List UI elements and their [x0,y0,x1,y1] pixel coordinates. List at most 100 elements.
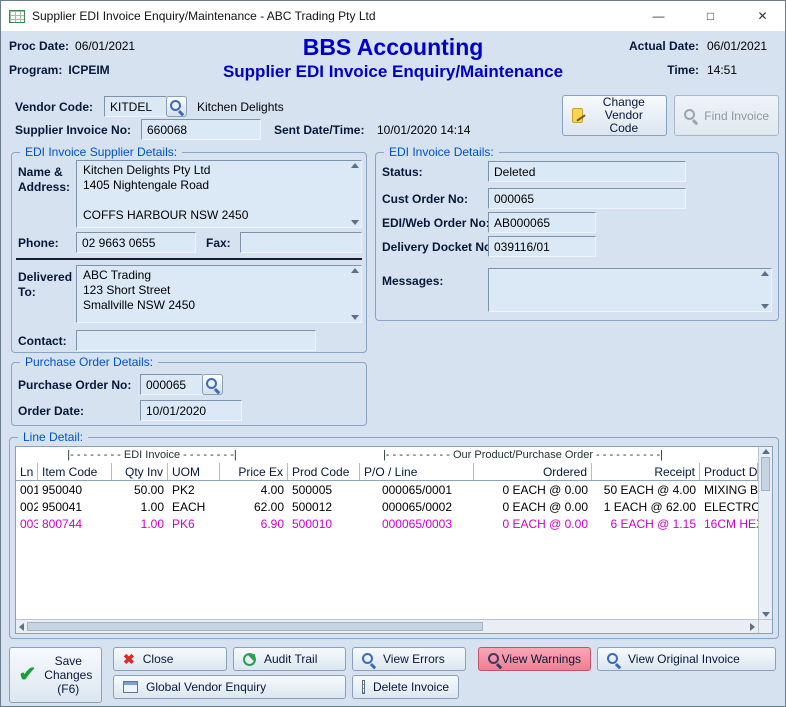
supplier-invoice-input[interactable] [141,119,261,140]
line-detail-table: |- - - - - - - - EDI Invoice - - - - - -… [15,446,773,634]
fax-input[interactable] [240,232,362,253]
save-changes-label: Save Changes (F6) [44,654,92,696]
cell-receipt: 1 EACH @ 62.00 [592,499,700,515]
purchase-order-title: Purchase Order Details: [20,355,158,369]
scrollbar-thumb[interactable] [761,457,770,491]
scrollbar-corner [758,619,772,633]
global-vendor-enquiry-label: Global Vendor Enquiry [146,680,266,694]
scroll-right-icon[interactable] [750,623,755,631]
minimize-button[interactable]: — [636,1,681,31]
scrollbar-thumb[interactable] [27,622,483,631]
vendor-search-button[interactable] [166,96,187,117]
horizontal-scrollbar[interactable] [16,619,758,633]
line-detail-groupbox: Line Detail: |- - - - - - - - EDI Invoic… [9,437,779,639]
view-warnings-label: View Warnings [502,652,581,666]
delivered-to-scrollbar[interactable] [348,266,361,322]
purchase-order-no-input[interactable] [140,374,203,395]
edi-web-order-input[interactable] [488,212,596,233]
close-label: Close [143,652,174,666]
scroll-up-icon[interactable] [762,449,770,454]
change-vendor-code-label: Change Vendor Code [591,96,657,135]
find-invoice-button[interactable]: Find Invoice [674,95,779,136]
vendor-code-input[interactable] [104,96,167,117]
cell-prod-code: 500012 [288,499,360,515]
close-window-button[interactable]: ✕ [740,1,785,31]
time-label: Time: [667,63,699,77]
supplier-details-groupbox: EDI Invoice Supplier Details: Name & Add… [11,152,367,353]
note-pencil-icon [572,108,583,123]
column-header[interactable]: Prod Code [288,463,360,480]
name-address-box[interactable]: Kitchen Delights Pty Ltd 1405 Nightengal… [76,160,362,228]
column-header[interactable]: Item Code [38,463,112,480]
scroll-down-icon[interactable] [351,220,359,225]
column-header[interactable]: UOM [168,463,220,480]
cell-po-line: 000065/0002 [360,499,474,515]
messages-box[interactable] [488,268,772,312]
delete-invoice-button[interactable]: Delete Invoice [352,675,459,699]
table-row[interactable]: 002 950041 1.00 EACH 62.00 500012 000065… [16,498,758,515]
delivered-to-text: ABC Trading 123 Short Street Smallville … [77,266,348,322]
cell-ln: 001 [16,482,38,498]
save-changes-button[interactable]: ✔ Save Changes (F6) [9,647,102,703]
window-grid-icon [123,681,138,693]
scroll-up-icon[interactable] [351,268,359,273]
scroll-up-icon[interactable] [761,271,769,276]
view-warnings-button[interactable]: View Warnings [478,647,591,671]
change-vendor-code-button[interactable]: Change Vendor Code [562,95,667,136]
scroll-down-icon[interactable] [351,315,359,320]
cell-receipt: 6 EACH @ 1.15 [592,516,700,532]
vendor-code-group [104,96,187,117]
cell-uom: EACH [168,499,220,515]
cell-price-ex: 4.00 [220,482,288,498]
window-title: Supplier EDI Invoice Enquiry/Maintenance… [32,9,629,23]
column-header[interactable]: Price Ex [220,463,288,480]
time: Time: 14:51 [667,63,777,77]
sent-datetime-label: Sent Date/Time: [274,123,364,137]
scroll-left-icon[interactable] [19,623,24,631]
delivery-docket-input[interactable] [488,236,596,257]
phone-input[interactable] [76,232,196,253]
app-window: Supplier EDI Invoice Enquiry/Maintenance… [0,0,786,707]
purchase-order-search-button[interactable] [202,374,223,395]
contact-label: Contact: [18,334,67,348]
table-row[interactable]: 003 800744 1.00 PK6 6.90 500010 000065/0… [16,515,758,532]
title-bar: Supplier EDI Invoice Enquiry/Maintenance… [1,1,785,31]
column-header[interactable]: Product De [700,463,758,480]
name-address-scrollbar[interactable] [348,161,361,227]
column-header[interactable]: Receipt [592,463,700,480]
status-input[interactable] [488,161,686,182]
audit-trail-button[interactable]: Audit Trail [233,647,346,671]
column-header[interactable]: Ordered [474,463,592,480]
actual-date-label: Actual Date: [629,39,699,53]
contact-input[interactable] [76,330,316,351]
messages-scrollbar[interactable] [758,269,771,311]
view-errors-button[interactable]: View Errors [352,647,466,671]
view-original-invoice-button[interactable]: View Original Invoice [597,647,776,671]
cell-uom: PK2 [168,482,220,498]
cell-price-ex: 6.90 [220,516,288,532]
order-date-input[interactable] [140,400,242,421]
cust-order-input[interactable] [488,188,686,209]
name-address-text: Kitchen Delights Pty Ltd 1405 Nightengal… [77,161,348,227]
table-row[interactable]: 001 950040 50.00 PK2 4.00 500005 000065/… [16,481,758,498]
messages-label: Messages: [382,274,443,288]
scroll-down-icon[interactable] [762,612,770,617]
cell-item-code: 950040 [38,482,112,498]
delivered-to-box[interactable]: ABC Trading 123 Short Street Smallville … [76,265,362,323]
close-button[interactable]: ✖ Close [113,647,227,671]
cell-item-code: 800744 [38,516,112,532]
scroll-down-icon[interactable] [761,304,769,309]
fax-label: Fax: [206,236,231,250]
column-header[interactable]: Qty Inv [112,463,168,480]
scroll-up-icon[interactable] [351,163,359,168]
column-header[interactable]: P/O / Line [360,463,474,480]
purchase-order-groupbox: Purchase Order Details: Purchase Order N… [11,362,367,426]
column-header[interactable]: Ln [16,463,38,480]
maximize-button[interactable]: □ [688,1,733,31]
cell-ordered: 0 EACH @ 0.00 [474,499,592,515]
global-vendor-enquiry-button[interactable]: Global Vendor Enquiry [113,675,346,699]
document-icon [362,680,365,694]
cell-po-line: 000065/0001 [360,482,474,498]
vertical-scrollbar[interactable] [758,447,772,619]
messages-text [489,269,758,311]
